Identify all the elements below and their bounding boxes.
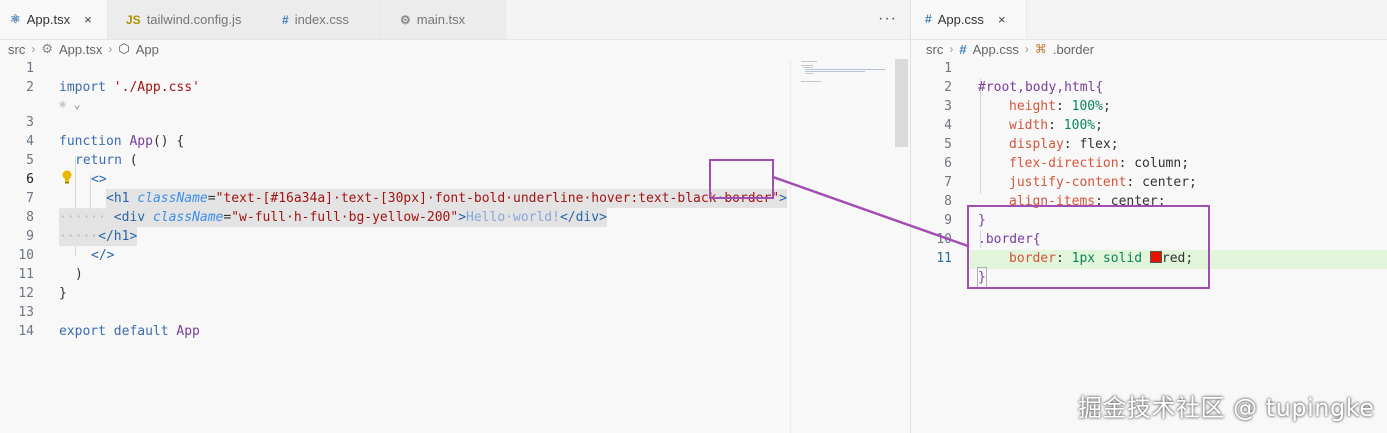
line-number: 2 — [944, 80, 952, 95]
tab-main-tsx[interactable]: ⚙ main.tsx — [380, 0, 506, 39]
line-number: 4 — [26, 134, 34, 149]
line-number: 1 — [944, 61, 952, 76]
line-number: 4 — [944, 118, 952, 133]
scrollbar-thumb[interactable] — [895, 59, 908, 147]
breadcrumb-symbol[interactable]: App — [136, 42, 159, 57]
line-number: 11 — [18, 267, 34, 282]
js-icon: JS — [126, 12, 141, 27]
line-number: 5 — [26, 153, 34, 168]
tab-label: App.css — [937, 11, 984, 27]
line-number: 8 — [26, 210, 34, 225]
tab-app-tsx[interactable]: ⚛ App.tsx × — [0, 0, 108, 39]
right-tab-bar: # App.css × — [911, 0, 1387, 40]
close-icon[interactable]: × — [84, 12, 92, 27]
tab-tailwind-config[interactable]: JS tailwind.config.js — [108, 0, 262, 39]
css-selector-icon: ⌘ — [1034, 42, 1047, 56]
react-icon: ⚛ — [10, 12, 21, 26]
css-hash-icon: # — [282, 12, 289, 27]
chevron-right-icon: › — [108, 42, 113, 56]
line-number: 10 — [18, 248, 34, 263]
chevron-right-icon: › — [31, 42, 36, 56]
line-number: 8 — [944, 194, 952, 209]
tab-label: main.tsx — [416, 12, 466, 27]
line-number: 14 — [18, 324, 34, 339]
breadcrumb: src › ⚙ App.tsx › ⬡ App — [0, 40, 910, 58]
tab-label: index.css — [294, 12, 349, 27]
codelens-icon[interactable]: ⚛ ⌄ — [59, 95, 81, 114]
breadcrumb: src › # App.css › ⌘ .border — [911, 40, 1387, 58]
tab-label: App.tsx — [26, 11, 71, 27]
chevron-right-icon: › — [949, 42, 954, 56]
breadcrumb-folder[interactable]: src — [926, 42, 943, 57]
left-editor-pane: ⚛ App.tsx × JS tailwind.config.js # inde… — [0, 0, 910, 433]
css-hash-icon: # — [925, 12, 932, 26]
annotation-box-right — [967, 205, 1210, 289]
minimap-preview — [801, 61, 885, 82]
cube-icon: ⬡ — [118, 41, 130, 56]
tab-app-css[interactable]: # App.css × — [911, 0, 1027, 39]
line-number: 1 — [26, 61, 34, 76]
breadcrumb-symbol[interactable]: .border — [1053, 42, 1094, 57]
line-number: 11 — [936, 251, 952, 266]
react-icon: ⚙ — [400, 12, 411, 27]
line-number: 6 — [26, 172, 34, 187]
lightbulb-icon[interactable] — [61, 170, 73, 184]
breadcrumb-file[interactable]: App.tsx — [59, 42, 102, 57]
breadcrumb-folder[interactable]: src — [8, 42, 25, 57]
close-icon[interactable]: × — [998, 12, 1006, 27]
more-actions-icon[interactable]: ··· — [878, 10, 897, 28]
breadcrumb-file[interactable]: App.css — [973, 42, 1019, 57]
line-number: 6 — [944, 156, 952, 171]
tab-index-css[interactable]: # index.css — [262, 0, 380, 39]
line-number: 5 — [944, 137, 952, 152]
line-number: 9 — [26, 229, 34, 244]
chevron-right-icon: › — [1024, 42, 1029, 56]
tab-label: tailwind.config.js — [146, 12, 242, 27]
line-number: 7 — [26, 191, 34, 206]
line-number: 3 — [26, 115, 34, 130]
line-number: 12 — [18, 286, 34, 301]
line-number: 3 — [944, 99, 952, 114]
line-number: 13 — [18, 305, 34, 320]
left-tab-bar: ⚛ App.tsx × JS tailwind.config.js # inde… — [0, 0, 910, 40]
line-number: 10 — [936, 232, 952, 247]
line-number: 9 — [944, 213, 952, 228]
annotation-box-left — [709, 159, 774, 199]
line-number: 7 — [944, 175, 952, 190]
watermark: 掘金技术社区 @ tupingke — [1078, 394, 1375, 422]
css-hash-icon: # — [959, 41, 967, 57]
react-icon: ⚙ — [41, 41, 53, 56]
minimap[interactable] — [790, 59, 908, 433]
